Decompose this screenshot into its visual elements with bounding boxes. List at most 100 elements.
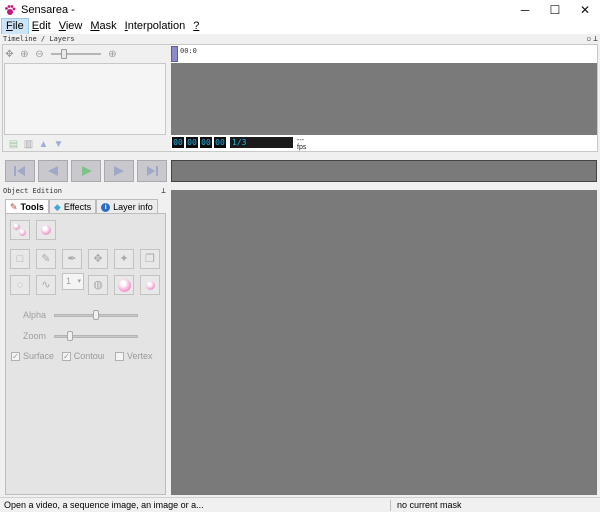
surface-label: Surface (23, 351, 55, 361)
rectangle-tool-button[interactable]: □ (10, 249, 30, 269)
window-controls: ─ ☐ ✕ (510, 0, 600, 19)
pen-icon: ✒ (67, 252, 77, 265)
object-edition-tabs: ✎ Tools ◆ Effects i Layer info (5, 199, 158, 214)
rectangle-icon: □ (16, 252, 24, 265)
surface-checkbox[interactable]: ✓ Surface (11, 351, 54, 361)
menu-file[interactable]: File (1, 18, 29, 35)
time-hours: 00 (172, 137, 184, 148)
alpha-label: Alpha (23, 310, 47, 320)
menu-help-mnemonic: ? (193, 20, 200, 32)
move-tool-button[interactable]: ✥ (88, 249, 108, 269)
step-forward-icon (114, 166, 124, 176)
brush-icon: ✎ (10, 201, 18, 212)
float-icon[interactable]: ▫ (586, 34, 591, 44)
move-icon[interactable]: ✥ (4, 49, 15, 60)
menu-interpolation-rest: nterpolation (127, 20, 186, 32)
paw-icon (4, 4, 16, 16)
timeline-ruler[interactable] (171, 45, 597, 63)
playback-track[interactable] (171, 160, 597, 182)
skip-start-icon (14, 166, 25, 176)
copy-icon: ❐ (145, 252, 155, 265)
lasso-icon: ∿ (41, 278, 51, 291)
timeline-cursor[interactable] (171, 46, 178, 62)
brush-tool-button[interactable]: ✎ (36, 249, 56, 269)
timeline-dock-title: Timeline / Layers ▫ ⊥ (0, 34, 600, 44)
menu-mask-rest: ask (99, 20, 117, 32)
timeline-track-area[interactable] (171, 63, 597, 135)
magic-wand-tool-button[interactable]: ✦ (114, 249, 134, 269)
diamond-icon: ◆ (53, 201, 61, 212)
brush-size-value: 1 (66, 276, 72, 286)
zoom-fit-icon[interactable]: ⊕ (107, 49, 118, 60)
bucket-tool-button[interactable]: ◍ (88, 275, 108, 295)
object-edition-dock-title-text: Object Edition (3, 187, 63, 195)
copy-tool-button[interactable]: ❐ (140, 249, 160, 269)
checkbox-icon[interactable]: ✓ (62, 351, 71, 361)
small-ball-tool-button[interactable] (140, 275, 160, 295)
checkbox-icon[interactable] (115, 351, 124, 361)
alpha-slider-knob[interactable] (93, 310, 99, 320)
window-title: Sensarea - (21, 3, 75, 16)
next-frame-button[interactable] (104, 160, 134, 182)
menu-edit[interactable]: Edit (28, 19, 55, 34)
brush-size-select[interactable]: 1 ▾ (62, 273, 84, 290)
layer-buttons: ▤ ▥ ▲ ▼ (8, 139, 64, 150)
menu-view-rest: iew (65, 20, 83, 32)
last-frame-button[interactable] (137, 160, 167, 182)
new-object-button[interactable] (10, 220, 30, 240)
zoom-in-icon[interactable]: ⊕ (19, 49, 30, 60)
maximize-button[interactable]: ☐ (540, 0, 570, 19)
previous-frame-button[interactable] (38, 160, 68, 182)
video-canvas[interactable] (171, 190, 597, 495)
contour-checkbox[interactable]: ✓ Contour (62, 351, 104, 361)
layers-list[interactable] (4, 63, 166, 135)
tab-effects-label: Effects (63, 202, 92, 212)
menu-file-mnemonic: F (6, 20, 13, 32)
close-button[interactable]: ✕ (570, 0, 600, 19)
menu-interpolation[interactable]: Interpolation (121, 19, 190, 34)
timeline-dock-buttons: ▫ ⊥ (586, 34, 598, 44)
move-down-icon[interactable]: ▼ (53, 139, 64, 150)
menu-bar: File Edit View Mask Interpolation ? (0, 18, 600, 35)
menu-view[interactable]: View (55, 19, 87, 34)
zoom-out-icon[interactable]: ⊖ (34, 49, 45, 60)
lasso-tool-button[interactable]: ∿ (36, 275, 56, 295)
tab-effects[interactable]: ◆ Effects (48, 199, 97, 214)
minimize-button[interactable]: ─ (510, 0, 540, 19)
new-layer-icon[interactable]: ▤ (8, 139, 19, 150)
menu-help[interactable]: ? (189, 19, 203, 34)
menu-file-rest: ile (12, 20, 24, 32)
big-ball-tool-button[interactable] (114, 275, 134, 295)
object-icon (41, 225, 51, 235)
play-icon (82, 166, 92, 176)
status-bar: Open a video, a sequence image, an image… (0, 497, 600, 512)
brush-icon: ✎ (41, 252, 51, 265)
bucket-icon: ◍ (93, 278, 103, 291)
pin-icon[interactable]: ⊥ (593, 34, 598, 44)
move-up-icon[interactable]: ▲ (38, 139, 49, 150)
vertex-checkbox[interactable]: Vertex (115, 351, 153, 361)
eraser-tool-button[interactable]: ◌ (10, 275, 30, 295)
status-separator (390, 500, 391, 511)
magic-wand-icon: ✦ (119, 252, 129, 265)
timeline-zoom-slider[interactable] (51, 49, 101, 59)
menu-mask[interactable]: Mask (86, 19, 120, 34)
time-frames: 00 (214, 137, 226, 148)
eraser-icon: ◌ (16, 278, 24, 291)
info-icon: i (101, 202, 111, 212)
zoom-slider-knob[interactable] (67, 331, 73, 341)
pen-tool-button[interactable]: ✒ (62, 249, 82, 269)
status-message: Open a video, a sequence image, an image… (4, 500, 204, 510)
tab-tools[interactable]: ✎ Tools (5, 199, 49, 214)
tab-layer-info[interactable]: i Layer info (96, 199, 158, 214)
trash-icon[interactable]: ▥ (23, 139, 34, 150)
layer-toolbar: ✥ ⊕ ⊖ ⊕ (4, 47, 118, 61)
select-object-button[interactable] (36, 220, 56, 240)
vertex-label: Vertex (127, 351, 153, 361)
checkbox-icon[interactable]: ✓ (11, 351, 20, 361)
add-object-icon (13, 223, 27, 237)
play-button[interactable] (71, 160, 101, 182)
first-frame-button[interactable] (5, 160, 35, 182)
menu-edit-rest: dit (39, 20, 51, 32)
timeline-zoom-slider-knob[interactable] (61, 49, 67, 59)
